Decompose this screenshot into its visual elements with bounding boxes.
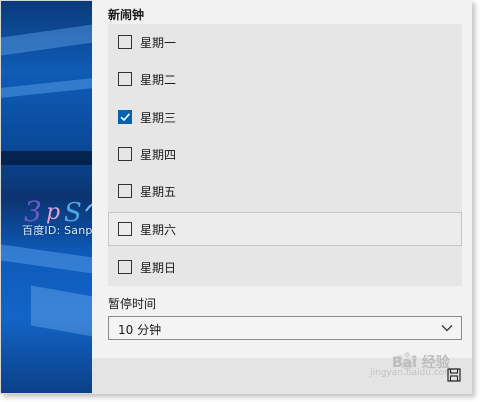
day-option-wednesday[interactable]: 星期三 <box>108 100 462 134</box>
day-option-tuesday[interactable]: 星期二 <box>108 62 462 96</box>
day-label: 星期三 <box>140 111 177 125</box>
chevron-down-icon <box>441 325 453 332</box>
day-label: 星期四 <box>140 148 177 162</box>
day-label: 星期五 <box>140 185 177 199</box>
day-option-thursday[interactable]: 星期四 <box>108 137 462 171</box>
checkbox[interactable] <box>118 222 132 236</box>
day-label: 星期六 <box>140 223 177 237</box>
checkbox[interactable] <box>118 147 132 161</box>
day-option-friday[interactable]: 星期五 <box>108 174 462 208</box>
snooze-time-label: 暂停时间 <box>108 297 157 311</box>
checkbox[interactable] <box>118 72 132 86</box>
day-option-sunday[interactable]: 星期日 <box>108 250 462 284</box>
checkbox[interactable] <box>118 35 132 49</box>
snooze-time-dropdown[interactable]: 10 分钟 <box>108 316 462 340</box>
checkmark-icon <box>120 113 131 122</box>
day-option-saturday[interactable]: 星期六 <box>108 212 462 246</box>
day-label: 星期日 <box>140 261 177 275</box>
snooze-time-value: 10 分钟 <box>118 323 162 337</box>
day-label: 星期二 <box>140 73 177 87</box>
checkbox[interactable] <box>118 260 132 274</box>
checkbox-checked[interactable] <box>118 110 132 124</box>
baidu-watermark-url: jingyan.baidu.com <box>370 368 454 378</box>
checkbox[interactable] <box>118 184 132 198</box>
day-label: 星期一 <box>140 36 177 50</box>
section-title: 新闹钟 <box>108 8 145 22</box>
day-option-monday[interactable]: 星期一 <box>108 25 462 59</box>
save-icon[interactable] <box>447 368 461 382</box>
